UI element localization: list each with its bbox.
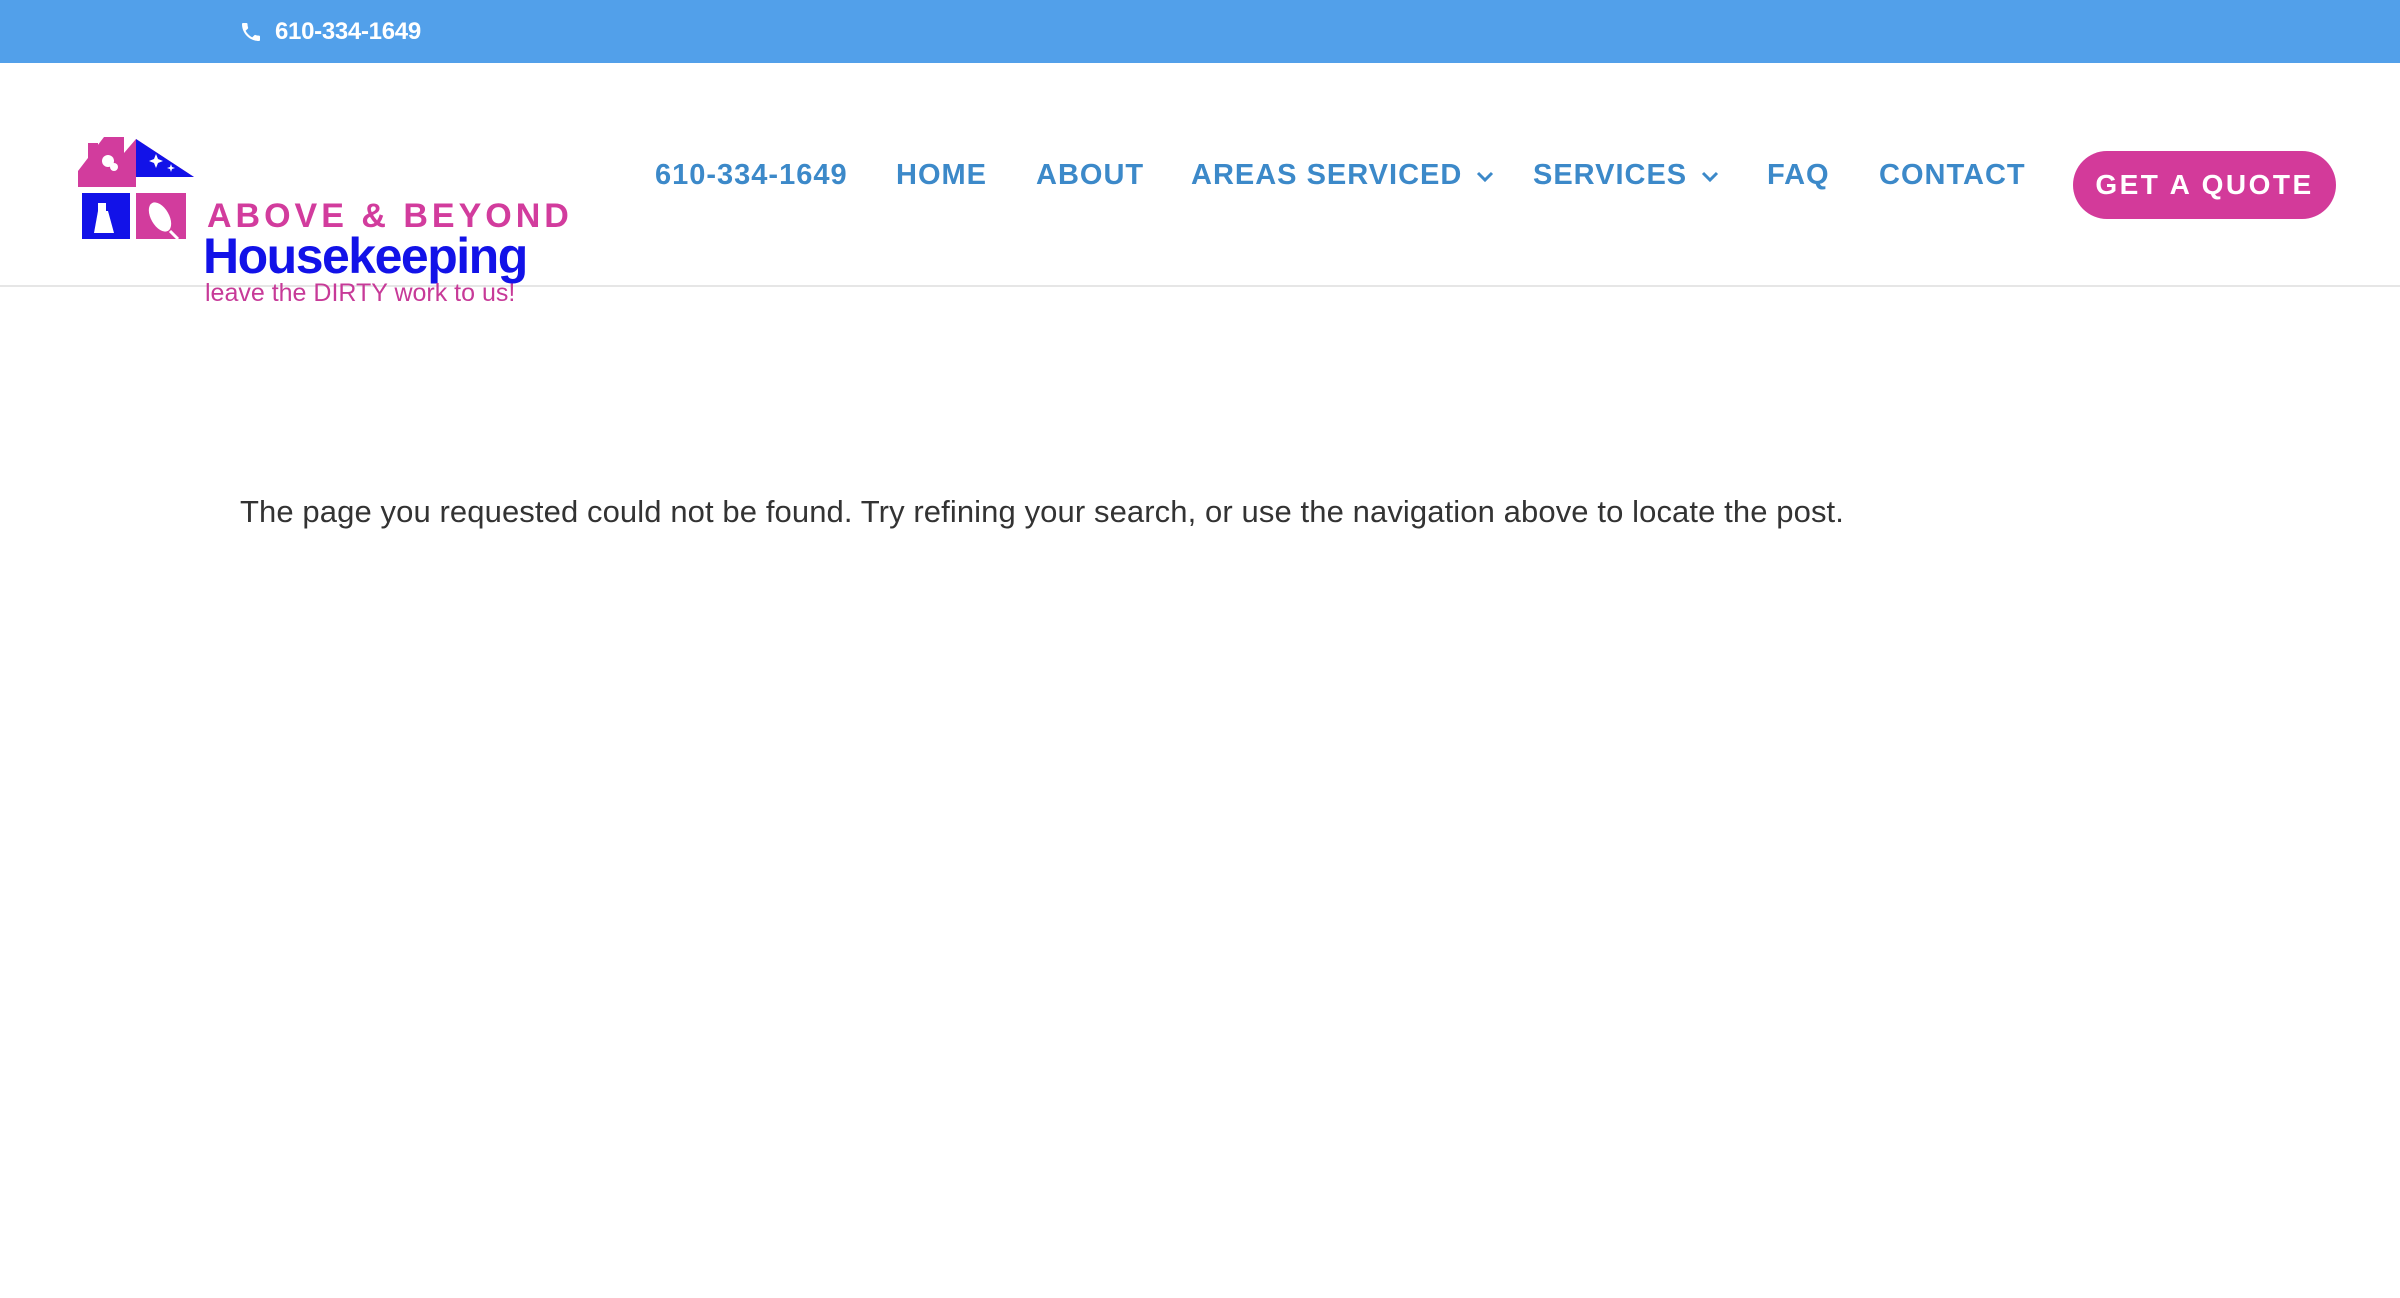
- site-header: ABOVE & BEYOND Housekeeping leave the DI…: [0, 63, 2400, 307]
- nav-item-phone[interactable]: 610-334-1649: [655, 63, 848, 287]
- get-a-quote-button[interactable]: GET A QUOTE: [2073, 151, 2336, 219]
- main-navigation: 610-334-1649 HOME ABOUT AREAS SERVICED S…: [0, 63, 2400, 287]
- nav-item-contact[interactable]: CONTACT: [1879, 63, 2026, 287]
- nav-item-areas-serviced[interactable]: AREAS SERVICED: [1191, 63, 1494, 287]
- nav-item-label: CONTACT: [1879, 159, 2026, 191]
- nav-item-label: HOME: [896, 159, 987, 191]
- topbar-phone-link[interactable]: 610-334-1649: [239, 0, 421, 63]
- nav-item-faq[interactable]: FAQ: [1767, 63, 1830, 287]
- not-found-message: The page you requested could not be foun…: [240, 494, 1844, 529]
- nav-item-home[interactable]: HOME: [896, 63, 987, 287]
- topbar-phone-number: 610-334-1649: [275, 17, 421, 45]
- nav-item-label: SERVICES: [1533, 159, 1688, 191]
- nav-item-about[interactable]: ABOUT: [1036, 63, 1144, 287]
- nav-item-label: ABOUT: [1036, 159, 1145, 191]
- nav-item-label: FAQ: [1767, 159, 1830, 191]
- chevron-down-icon: [1476, 167, 1494, 183]
- chevron-down-icon: [1701, 167, 1719, 183]
- nav-item-label: AREAS SERVICED: [1191, 159, 1463, 191]
- phone-icon: [239, 20, 263, 44]
- nav-item-label: 610-334-1649: [655, 159, 848, 191]
- top-bar: 610-334-1649: [0, 0, 2400, 63]
- nav-item-services[interactable]: SERVICES: [1533, 63, 1719, 287]
